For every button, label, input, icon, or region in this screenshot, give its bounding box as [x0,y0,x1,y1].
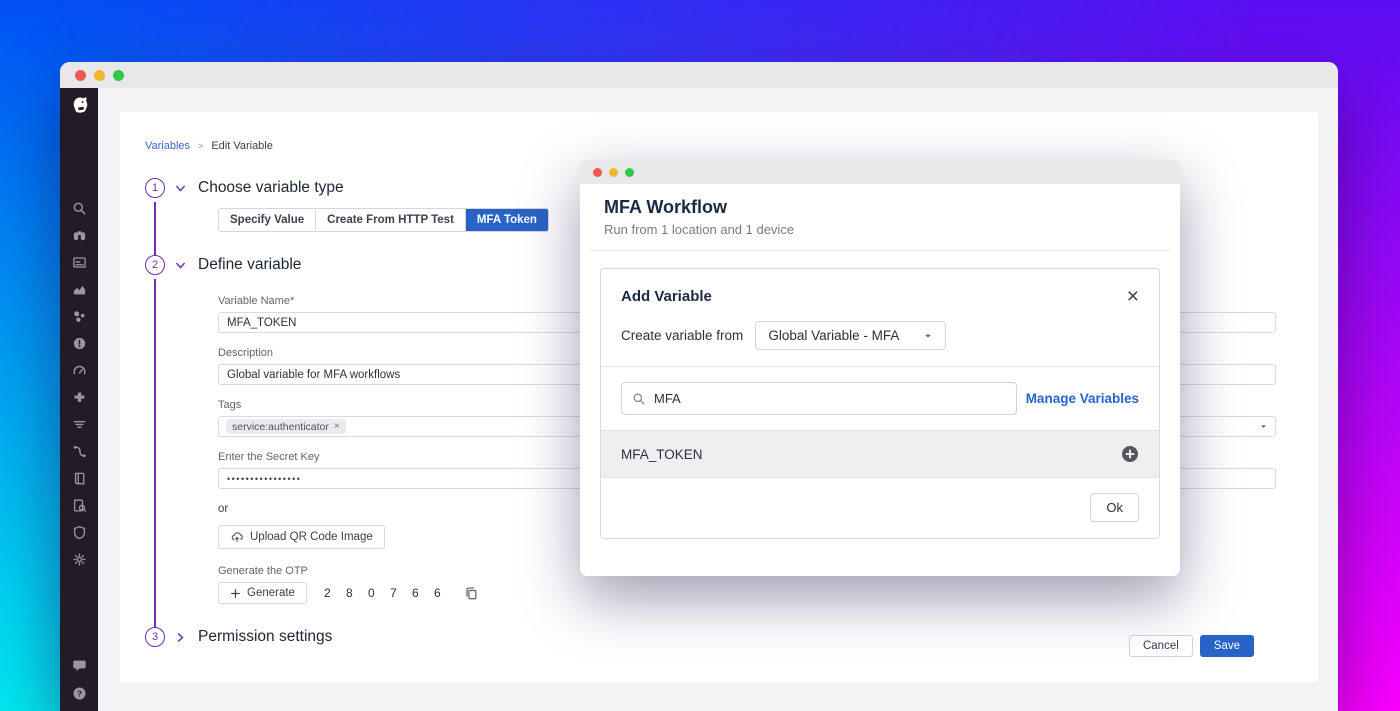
tag-pill-label: service:authenticator [232,420,329,433]
window-titlebar [60,62,1338,88]
modal-minimize-window-button[interactable] [609,167,618,177]
tag-pill: service:authenticator × [226,419,346,434]
variable-search-box[interactable] [621,382,1017,415]
chevron-down-icon[interactable] [174,259,187,272]
svg-text:?: ? [76,689,81,699]
app-sidebar: ? [60,88,98,711]
step1-title: Choose variable type [198,179,344,196]
variable-result-name: MFA_TOKEN [621,446,703,462]
add-variable-title: Add Variable [621,288,712,305]
upload-qr-code-button[interactable]: Upload QR Code Image [218,525,385,549]
variable-source-dropdown-value: Global Variable - MFA [768,328,900,343]
notebooks-icon[interactable] [72,471,87,486]
settings-gear-icon[interactable] [72,552,87,567]
step2-number-badge: 2 [145,255,165,275]
breadcrumb-variables-link[interactable]: Variables [145,140,190,152]
variable-search-input[interactable] [654,391,1006,406]
plus-circle-icon [1122,446,1138,462]
manage-variables-link[interactable]: Manage Variables [1026,391,1139,406]
step3-number-badge: 3 [145,627,165,647]
mfa-workflow-modal: MFA Workflow Run from 1 location and 1 d… [580,160,1180,576]
metrics-icon[interactable] [72,282,87,297]
add-variable-plus-button[interactable] [1121,445,1139,463]
screen: ? Variables > Edit Variable 1 Choose var… [0,0,1400,711]
modal-subtitle: Run from 1 location and 1 device [604,222,795,237]
ok-button[interactable]: Ok [1090,493,1139,522]
plus-icon [231,588,240,598]
dashboards-icon[interactable] [72,255,87,270]
modal-zoom-window-button[interactable] [625,167,634,177]
add-variable-panel: Add Variable × Create variable from Glob… [600,268,1160,539]
close-window-button[interactable] [75,69,86,81]
step3-title: Permission settings [198,628,333,645]
tab-create-from-http-test[interactable]: Create From HTTP Test [316,209,466,231]
modal-titlebar [580,160,1180,184]
search-icon[interactable] [72,201,87,216]
error-tracking-icon[interactable] [72,336,87,351]
generate-button-label: Generate [247,587,295,599]
save-button[interactable]: Save [1199,635,1254,657]
audit-trail-icon[interactable] [72,498,87,513]
help-icon[interactable]: ? [72,686,87,701]
tab-specify-value[interactable]: Specify Value [219,209,317,231]
breadcrumb-separator-icon: > [198,141,204,151]
step2-title: Define variable [198,256,302,273]
tags-dropdown-caret-icon[interactable] [1259,422,1268,431]
variable-source-dropdown[interactable]: Global Variable - MFA [755,321,947,350]
cancel-button[interactable]: Cancel [1128,635,1193,657]
tab-mfa-token[interactable]: MFA Token [465,209,548,231]
variable-result-row[interactable]: MFA_TOKEN [601,430,1159,478]
chevron-right-icon[interactable] [174,631,187,644]
upload-cloud-icon [231,532,243,542]
datadog-logo[interactable] [67,93,91,117]
monitors-gauge-icon[interactable] [72,363,87,378]
close-icon[interactable]: × [1127,286,1139,307]
dropdown-caret-icon [925,334,932,338]
search-icon [633,393,645,405]
logs-filter-icon[interactable] [72,417,87,432]
modal-divider [590,250,1170,251]
page-actions: Cancel Save [1128,635,1254,657]
modal-close-window-button[interactable] [593,167,602,177]
step1-number-badge: 1 [145,178,165,198]
create-variable-from-label: Create variable from [621,328,744,343]
apm-services-icon[interactable] [72,309,87,324]
zoom-window-button[interactable] [113,69,124,81]
chevron-down-icon[interactable] [174,182,187,195]
breadcrumb: Variables > Edit Variable [145,140,1318,152]
modal-title: MFA Workflow [604,197,727,217]
chat-feedback-icon[interactable] [72,658,87,673]
copy-icon[interactable] [464,586,479,601]
variable-type-tabs: Specify Value Create From HTTP Test MFA … [218,208,549,232]
minimize-window-button[interactable] [94,69,105,81]
remove-tag-icon[interactable]: × [334,421,340,432]
upload-qr-code-label: Upload QR Code Image [250,531,373,543]
integrations-icon[interactable] [72,390,87,405]
breadcrumb-current-page: Edit Variable [211,140,273,152]
watchdog-icon[interactable] [72,228,87,243]
otp-digits: 2 8 0 7 6 6 [323,586,447,600]
ci-pipelines-icon[interactable] [72,444,87,459]
security-shield-icon[interactable] [72,525,87,540]
generate-button[interactable]: Generate [218,582,307,604]
